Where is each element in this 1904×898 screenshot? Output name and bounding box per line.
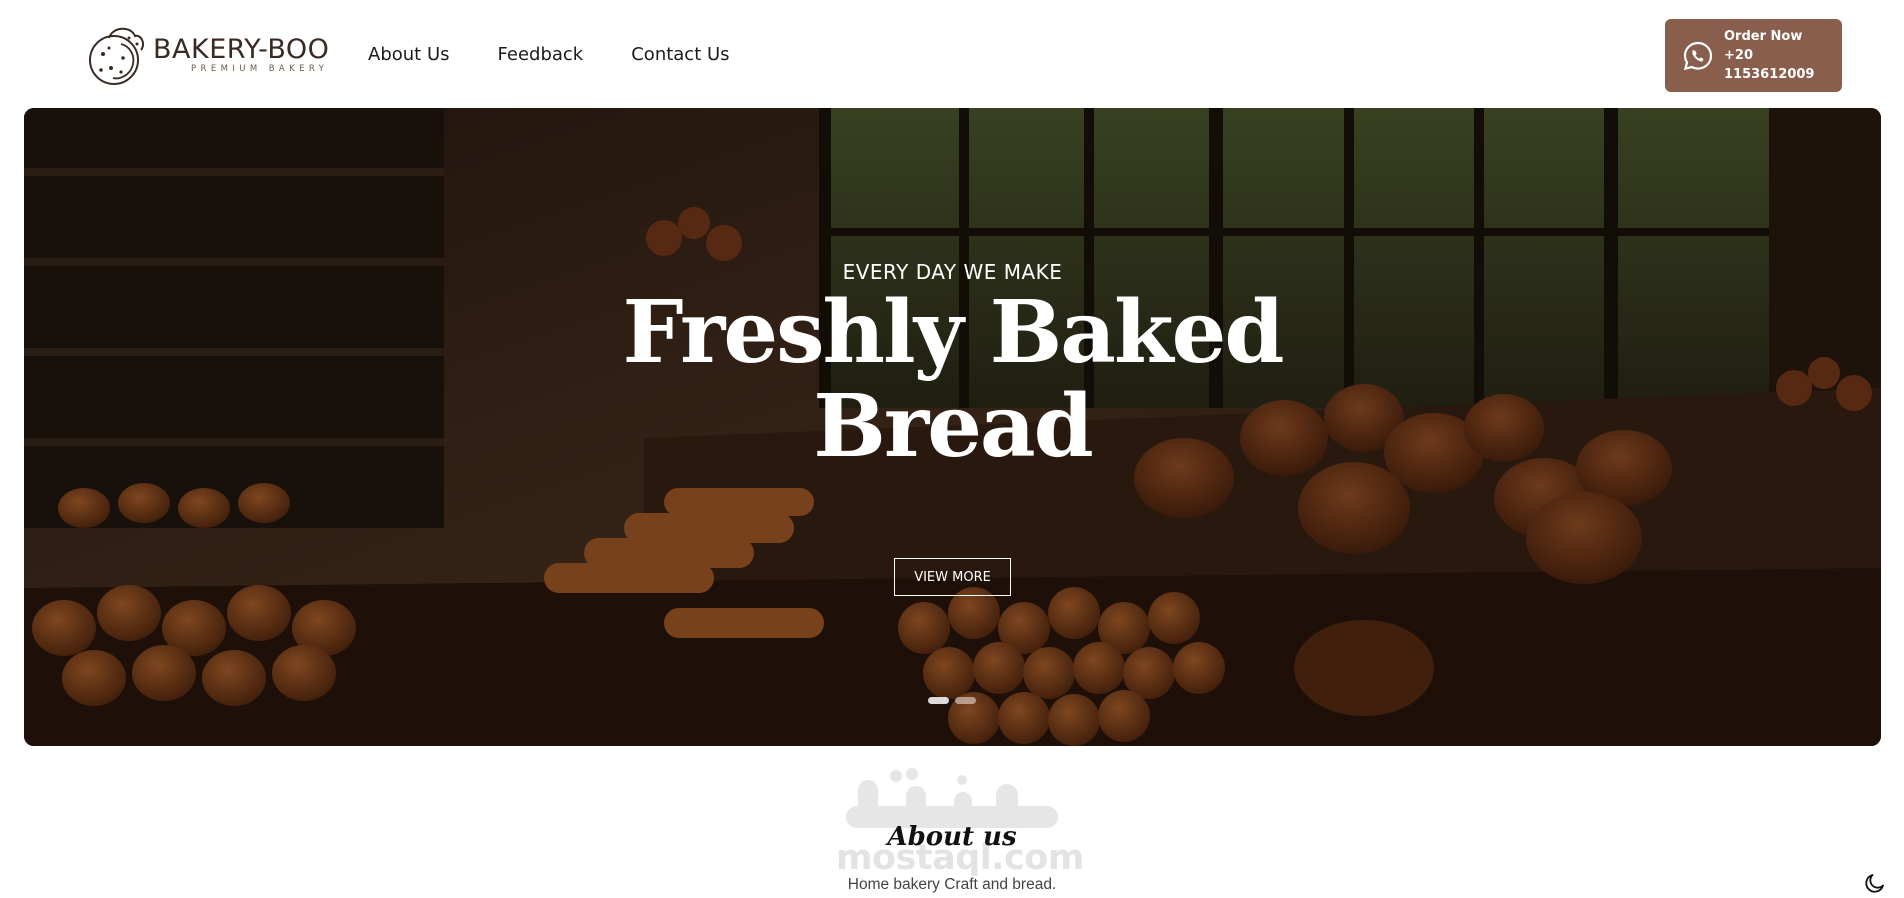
main-nav: About Us Feedback Contact Us <box>368 44 778 65</box>
order-now-button[interactable]: Order Now +20 1153612009 <box>1665 19 1842 92</box>
hero-title-line-1: Freshly Baked <box>622 282 1285 383</box>
nav-about-us[interactable]: About Us <box>368 44 450 65</box>
logo[interactable]: BAKERY-BOO PREMIUM BAKERY <box>83 24 329 88</box>
navbar: BAKERY-BOO PREMIUM BAKERY About Us Feedb… <box>0 0 1904 108</box>
nav-contact-us[interactable]: Contact Us <box>631 44 729 65</box>
hero-kicker: EVERY DAY WE MAKE <box>842 260 1063 284</box>
cookie-logo-icon <box>89 27 145 85</box>
whatsapp-icon <box>1683 41 1713 70</box>
order-phone: +20 1153612009 <box>1724 48 1815 82</box>
brand-tagline: PREMIUM BAKERY <box>191 64 329 74</box>
carousel-dot-1[interactable] <box>928 697 949 704</box>
moon-icon[interactable] <box>1863 871 1887 895</box>
about-title: About us <box>887 822 1017 852</box>
view-more-button[interactable]: VIEW MORE <box>894 558 1011 596</box>
hero-title: Freshly Baked Bread <box>24 286 1881 474</box>
nav-feedback[interactable]: Feedback <box>498 44 584 65</box>
hero-carousel: EVERY DAY WE MAKE Freshly Baked Bread VI… <box>24 108 1881 746</box>
brand-name: BAKERY-BOO <box>153 34 330 65</box>
order-text: Order Now +20 1153612009 <box>1724 27 1842 84</box>
order-label: Order Now <box>1724 29 1803 44</box>
hero-title-line-2: Bread <box>813 376 1094 477</box>
about-subtitle: Home bakery Craft and bread. <box>847 876 1057 893</box>
carousel-indicators <box>928 697 976 704</box>
carousel-dot-2[interactable] <box>955 697 976 704</box>
